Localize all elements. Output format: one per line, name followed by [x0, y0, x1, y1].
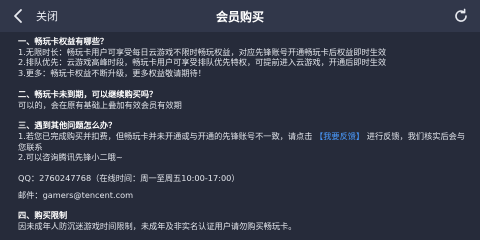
help-line-1: 1.若您已完成购买并扣费，但畅玩卡并未开通或与开通的先锋账号不一致，请点击 【我…	[18, 131, 470, 152]
feedback-link[interactable]: 【我要反馈】	[315, 131, 364, 141]
rights-line: 1.无限时长：畅玩卡用户可享受每日云游戏不限时畅玩权益，对应先锋账号开通畅玩卡后…	[18, 46, 387, 57]
faq-content: 一、畅玩卡权益有哪些？ 1.无限时长：畅玩卡用户可享受每日云游戏不限时畅玩权益，…	[18, 36, 470, 240]
limit-line: 因未成年人防沉迷游戏时间限制，未成年及非实名认证用户请勿购买畅玩卡。	[18, 221, 297, 232]
contact-email: 邮件：gamers@tencent.com	[18, 189, 134, 200]
rights-line: 3.更多：畅玩卡权益不断升级，更多权益敬请期待！	[18, 68, 206, 79]
page-title: 会员购买	[215, 10, 264, 24]
refresh-icon[interactable]	[452, 7, 470, 25]
renew-line: 可以的，会在原有基础上叠加有效会员有效期	[18, 99, 182, 110]
section-title-rights: 一、畅玩卡权益有哪些？	[18, 36, 109, 46]
section-title-help: 三、遇到其他问题怎么办？	[18, 120, 117, 131]
help-line-2: 2.可以咨询腾讯先锋小二哦~	[18, 152, 123, 163]
help-line-1-pre: 1.若您已完成购买并扣费，但畅玩卡并未开通或与开通的先锋账号不一致，请点击	[18, 130, 313, 141]
section-title-renew: 二、畅玩卡未到期，可以继续购买吗？	[18, 88, 158, 99]
section-title-limit: 四、购买限制	[18, 210, 68, 221]
rights-line: 2.排队优先：云游戏高峰时段，畅玩卡用户可享受排队优先特权，可提前进入云游戏，开…	[18, 57, 387, 68]
contact-qq: QQ：2760247768（在线时间：周一至周五10:00-17:00）	[18, 173, 240, 184]
top-bar: 关闭 会员购买	[0, 0, 480, 32]
